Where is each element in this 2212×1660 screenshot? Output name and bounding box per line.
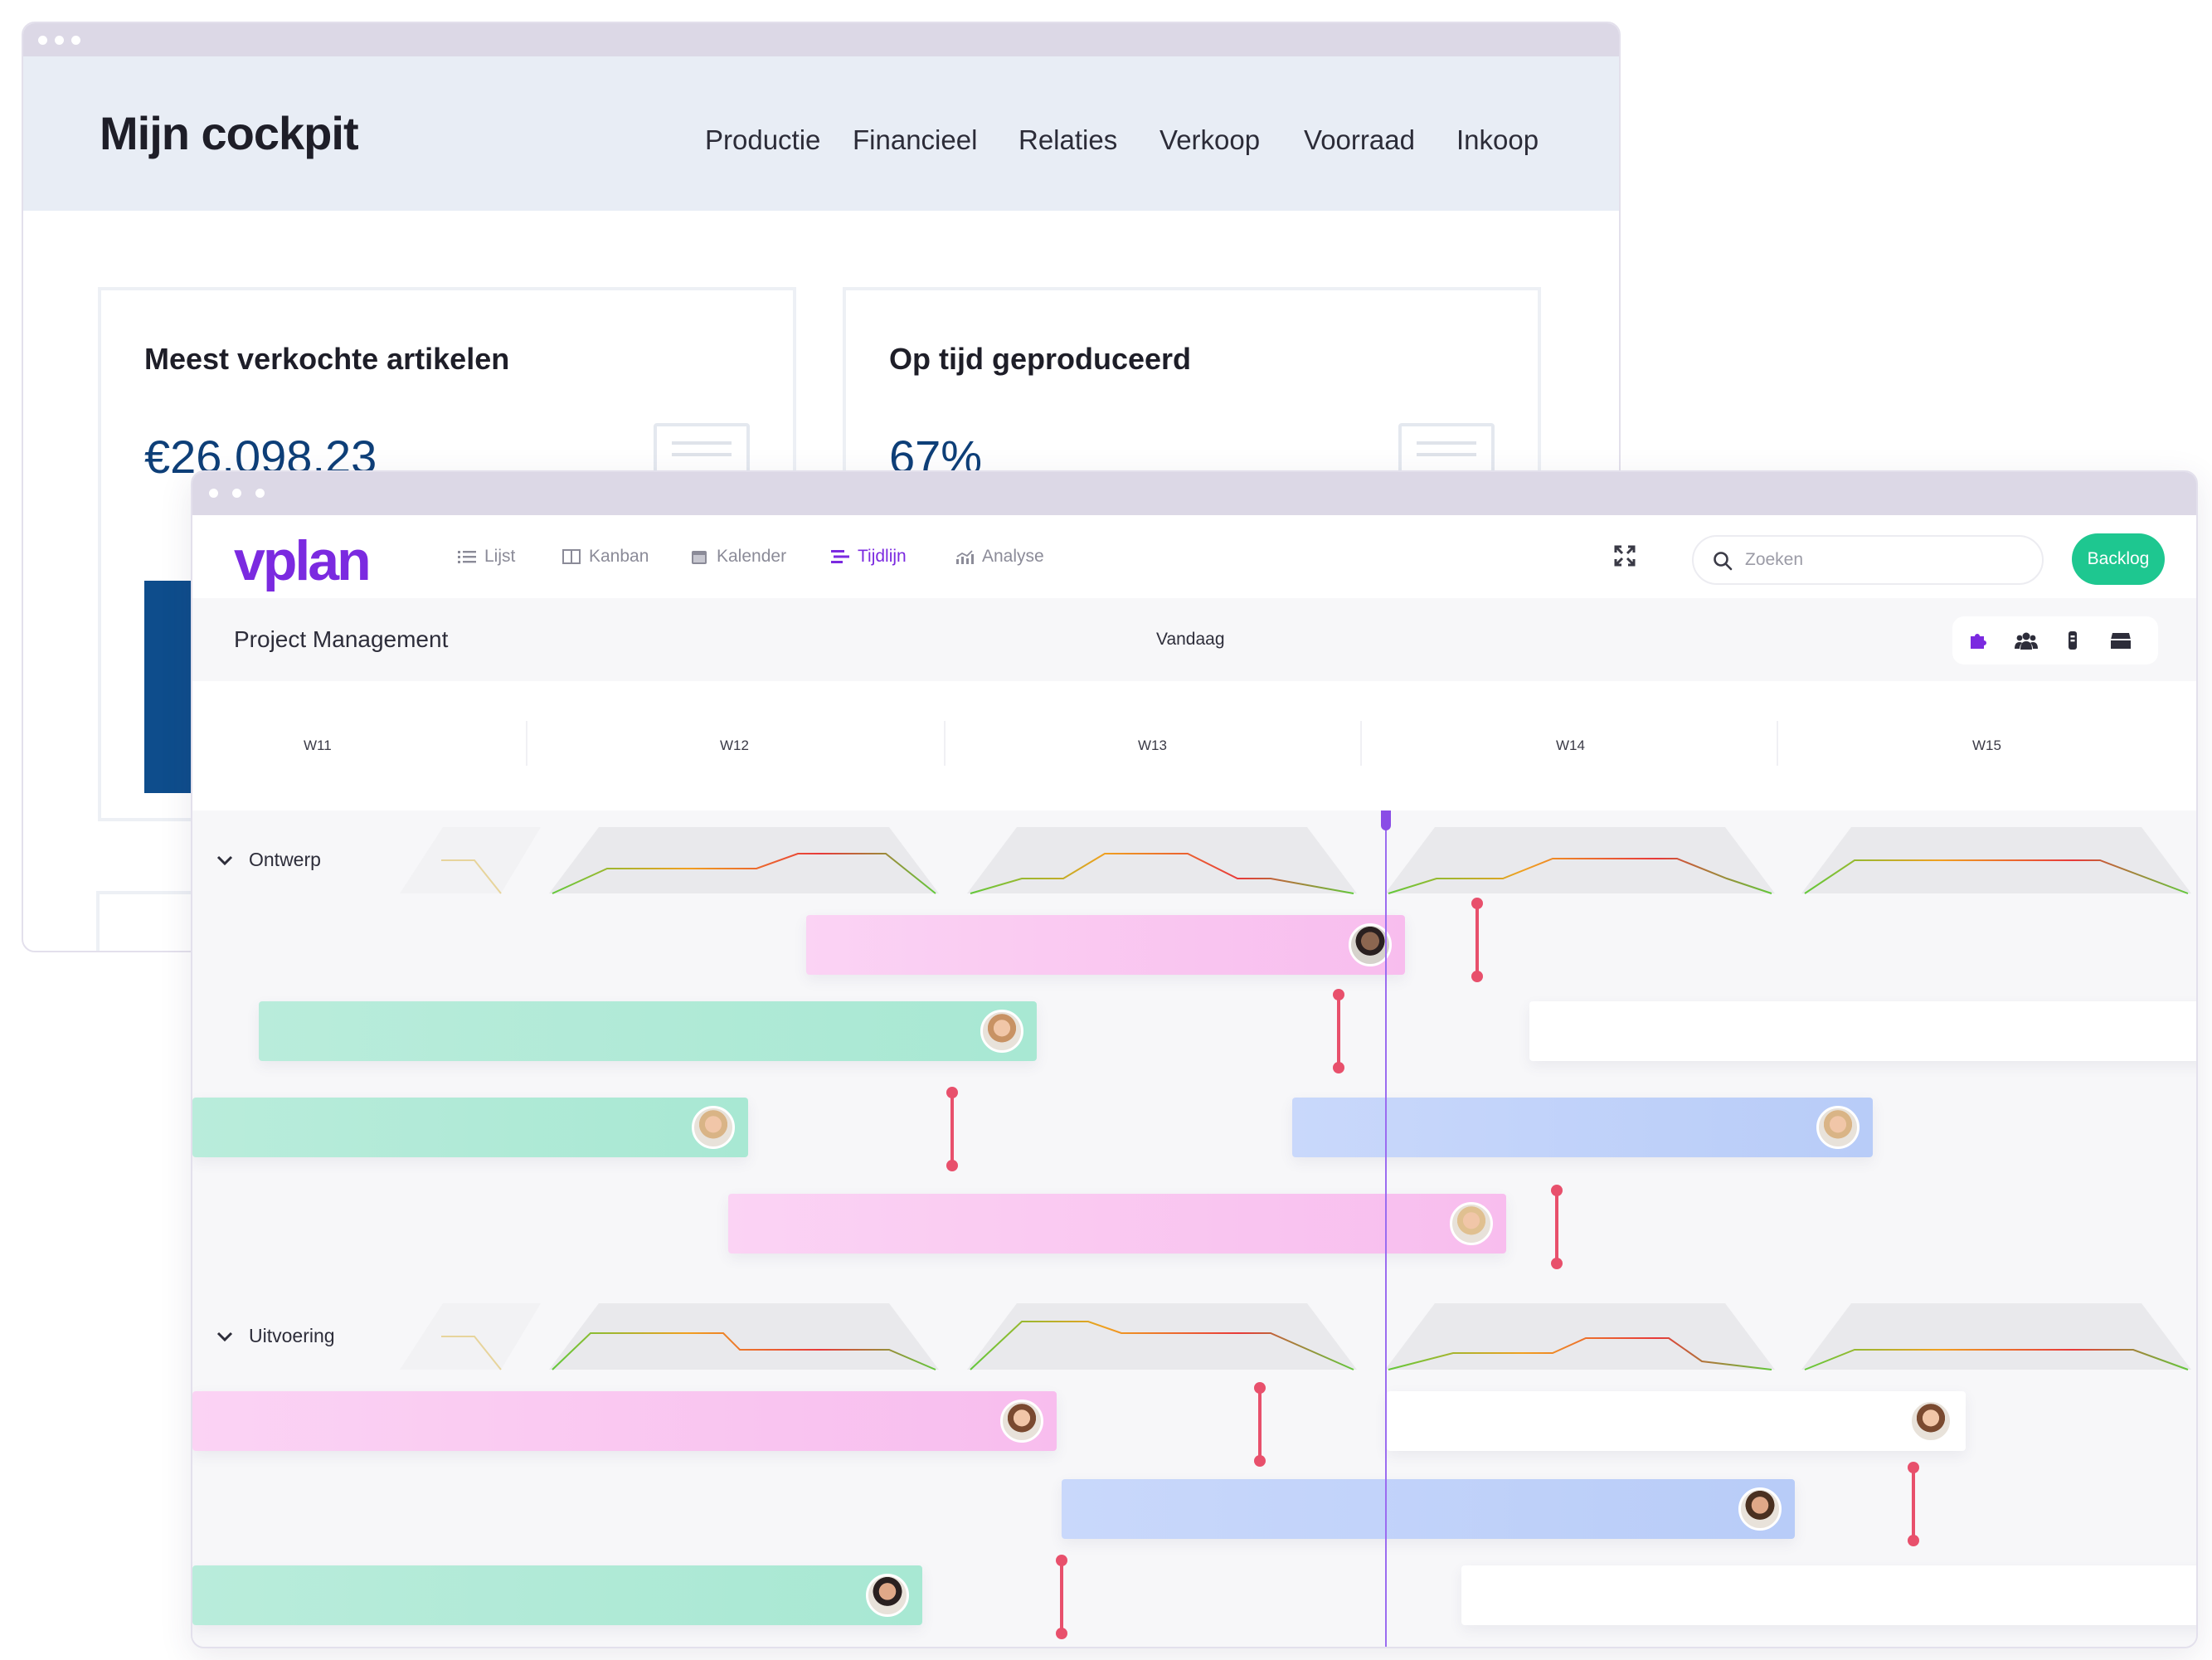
window-chrome (192, 472, 2196, 515)
nav-item-relaties[interactable]: Relaties (1018, 124, 1117, 156)
week-label: W13 (1138, 738, 1167, 753)
window-dot (55, 36, 64, 45)
chevron-down-icon[interactable] (216, 1331, 234, 1342)
nav-item-inkoop[interactable]: Inkoop (1456, 124, 1539, 156)
task-bar[interactable] (1387, 1391, 1966, 1451)
project-title: Project Management (234, 626, 449, 652)
vplan-logo[interactable]: vplan (234, 528, 372, 593)
view-tab-label: Kalender (717, 547, 787, 566)
avatar (1816, 1106, 1860, 1149)
week-label: W12 (720, 738, 749, 753)
task-bar[interactable] (1529, 1001, 2196, 1061)
week-divider (944, 721, 946, 766)
window-dot (209, 489, 218, 498)
group-header-uitvoering[interactable]: Uitvoering (216, 1325, 335, 1347)
week-divider (1777, 721, 1778, 766)
group-label: Ontwerp (249, 849, 321, 870)
page-title: Mijn cockpit (100, 107, 359, 159)
view-tab-kanban[interactable]: Kanban (562, 547, 649, 567)
backlog-button[interactable]: Backlog (2072, 533, 2165, 585)
task-bar[interactable] (1292, 1098, 1873, 1157)
task-bar[interactable] (806, 915, 1405, 975)
workload-chart (400, 827, 2191, 894)
fullscreen-icon[interactable] (1614, 545, 1636, 567)
window-dot (255, 489, 265, 498)
nav-item-productie[interactable]: Productie (705, 124, 820, 156)
milestone-marker[interactable] (1056, 1555, 1067, 1639)
avatar (866, 1574, 909, 1617)
app-topbar: vplan Lijst Kanban Kalender Tijdlijn Ana… (192, 515, 2196, 598)
avatar (1450, 1202, 1493, 1245)
today-indicator-handle[interactable] (1381, 811, 1391, 830)
window-dot (38, 36, 47, 45)
view-tab-analyse[interactable]: Analyse (955, 547, 1044, 567)
avatar (1000, 1400, 1043, 1443)
avatar (692, 1106, 735, 1149)
week-label: W11 (304, 738, 332, 753)
task-bar[interactable] (1062, 1479, 1795, 1539)
kpi-card-partial (96, 891, 196, 951)
project-toolbar: Project Management Vandaag (192, 598, 2196, 681)
task-bar[interactable] (1461, 1565, 2196, 1625)
group-header-ontwerp[interactable]: Ontwerp (216, 849, 321, 871)
view-tab-label: Lijst (484, 547, 516, 566)
window-dot (232, 489, 241, 498)
week-label: W14 (1556, 738, 1585, 753)
milestone-marker[interactable] (1333, 989, 1344, 1073)
chevron-down-icon[interactable] (216, 854, 234, 866)
kanban-icon (562, 549, 581, 564)
milestone-marker[interactable] (1471, 898, 1483, 982)
milestone-marker[interactable] (946, 1087, 958, 1171)
search-icon[interactable] (1712, 550, 1733, 572)
calendar-icon (692, 551, 707, 564)
week-divider (526, 721, 527, 766)
task-bar[interactable] (192, 1565, 922, 1625)
task-bar[interactable] (728, 1194, 1506, 1254)
grouping-segmented-control (1952, 616, 2158, 664)
card-title: Meest verkochte artikelen (144, 342, 510, 376)
week-divider (1360, 721, 1362, 766)
avatar (1738, 1487, 1782, 1531)
today-button[interactable]: Vandaag (1156, 630, 1225, 650)
team-icon[interactable] (2014, 628, 2039, 653)
week-header: W11 W12 W13 W14 W15 (192, 681, 2196, 811)
puzzle-icon[interactable] (1966, 628, 1991, 653)
task-bar[interactable] (192, 1391, 1057, 1451)
avatar (980, 1010, 1023, 1053)
vplan-window: vplan Lijst Kanban Kalender Tijdlijn Ana… (191, 470, 2198, 1648)
analytics-icon (956, 550, 974, 564)
list-icon (458, 551, 476, 563)
nav-item-verkoop[interactable]: Verkoop (1159, 124, 1260, 156)
view-tab-label: Analyse (982, 547, 1044, 566)
today-indicator-line (1385, 811, 1387, 1647)
search-input[interactable] (1745, 544, 2027, 576)
view-tab-kalender[interactable]: Kalender (690, 547, 786, 567)
week-label: W15 (1972, 738, 2001, 753)
nav-item-voorraad[interactable]: Voorraad (1304, 124, 1415, 156)
timeline-area: Ontwerp Uitvoering (192, 811, 2196, 1647)
search-box (1692, 535, 2044, 585)
workload-chart (400, 1303, 2191, 1370)
archive-icon[interactable] (2108, 628, 2133, 653)
timeline-icon (831, 550, 849, 563)
view-tab-label: Tijdlijn (858, 547, 907, 566)
window-chrome (23, 23, 1619, 56)
card-title: Op tijd geproduceerd (889, 342, 1192, 376)
view-tab-label: Kanban (589, 547, 649, 566)
milestone-marker[interactable] (1551, 1185, 1563, 1269)
tag-icon[interactable] (2060, 628, 2085, 653)
view-tab-lijst[interactable]: Lijst (458, 547, 515, 567)
group-label: Uitvoering (249, 1325, 335, 1346)
view-tab-tijdlijn[interactable]: Tijdlijn (831, 547, 907, 567)
milestone-marker[interactable] (1254, 1382, 1266, 1467)
task-bar[interactable] (192, 1098, 748, 1157)
avatar (1909, 1400, 1952, 1443)
nav-item-financieel[interactable]: Financieel (853, 124, 977, 156)
milestone-marker[interactable] (1908, 1462, 1919, 1546)
cockpit-header: Mijn cockpit Productie Financieel Relati… (23, 56, 1619, 211)
task-bar[interactable] (259, 1001, 1037, 1061)
window-dot (71, 36, 80, 45)
